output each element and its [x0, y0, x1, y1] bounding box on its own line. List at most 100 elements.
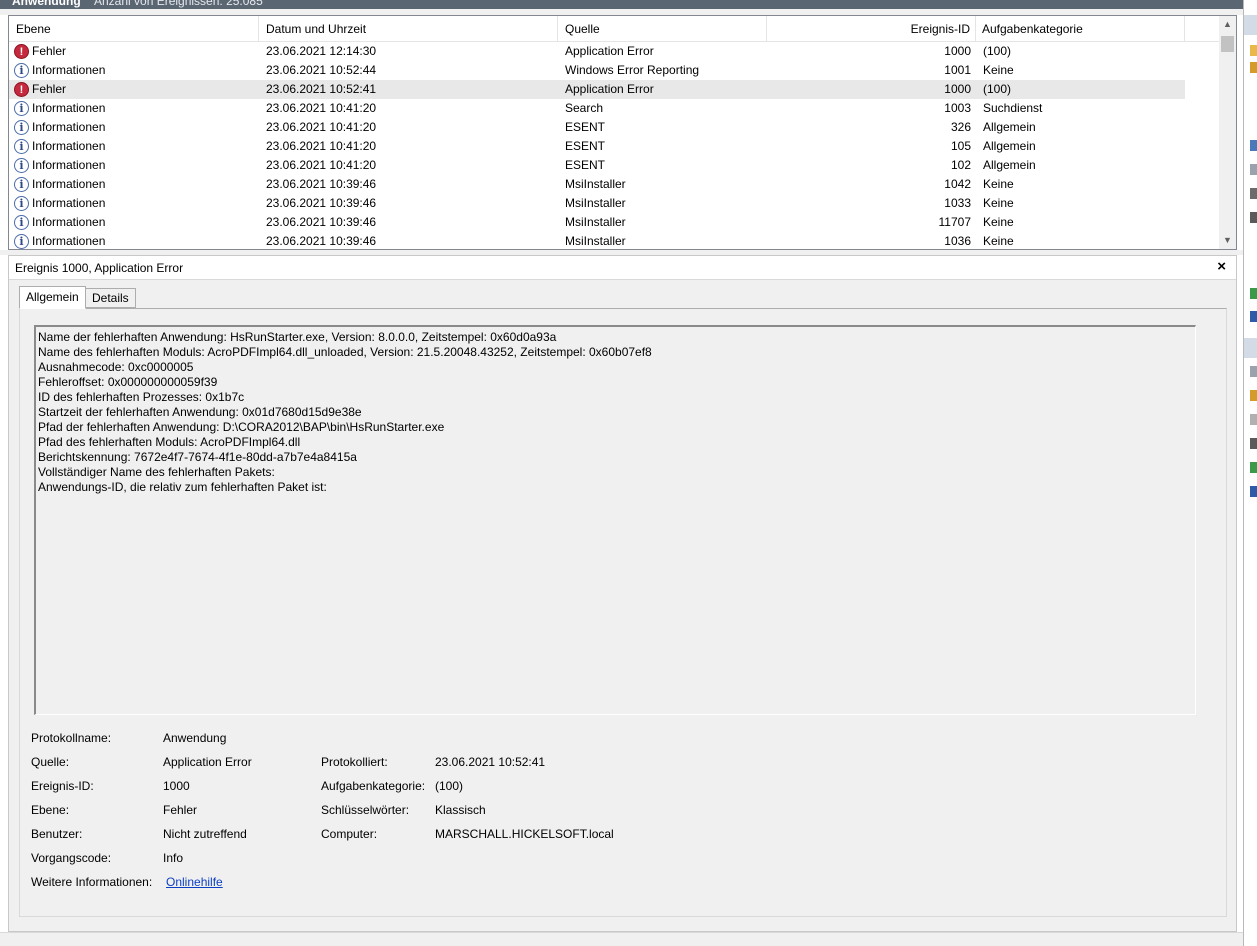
cell-date: 23.06.2021 12:14:30: [266, 44, 377, 58]
description-line: Name des fehlerhaften Moduls: AcroPDFImp…: [38, 345, 652, 359]
cell-event-id: 102: [950, 158, 971, 172]
refresh-icon[interactable]: [1250, 288, 1257, 299]
cell-date: 23.06.2021 10:39:46: [266, 177, 377, 191]
table-row[interactable]: ! Fehler 23.06.2021 12:14:30 Application Er…: [9, 42, 1185, 61]
cell-event-id: 1036: [944, 234, 971, 248]
save-icon[interactable]: [1250, 212, 1257, 223]
cell-date: 23.06.2021 10:39:46: [266, 234, 377, 248]
scroll-thumb[interactable]: [1221, 36, 1234, 52]
column-header-quelle[interactable]: Quelle: [558, 16, 767, 42]
folder-icon[interactable]: [1250, 45, 1257, 56]
filter-icon[interactable]: [1250, 62, 1257, 73]
cell-category: Keine: [983, 177, 1014, 191]
table-row[interactable]: i Informationen 23.06.2021 10:41:20 Search 1…: [9, 99, 1185, 118]
cell-source: Application Error: [565, 44, 654, 58]
cell-level: Informationen: [32, 101, 106, 115]
column-header-datum[interactable]: Datum und Uhrzeit: [259, 16, 558, 42]
info-icon: i: [14, 63, 29, 78]
detail-title-bar: Ereignis 1000, Application Error ×: [9, 256, 1236, 280]
cell-source: Application Error: [565, 82, 654, 96]
cell-category: Allgemein: [983, 120, 1036, 134]
table-row[interactable]: i Informationen 23.06.2021 10:39:46 MsiInst…: [9, 232, 1185, 249]
schluesselwoerter-value: Klassisch: [435, 803, 486, 817]
ebene-label: Ebene:: [31, 803, 70, 817]
info-icon: i: [14, 196, 29, 211]
refresh-events-icon[interactable]: [1250, 462, 1257, 473]
list-scrollbar[interactable]: ▲ ▼: [1219, 16, 1236, 249]
tab-allgemein[interactable]: Allgemein: [19, 286, 86, 309]
table-row[interactable]: i Informationen 23.06.2021 10:39:46 MsiInst…: [9, 194, 1185, 213]
cell-date: 23.06.2021 10:39:46: [266, 196, 377, 210]
cell-category: (100): [983, 44, 1012, 58]
table-row[interactable]: i Informationen 23.06.2021 10:39:46 MsiInst…: [9, 175, 1185, 194]
cell-level: Informationen: [32, 158, 106, 172]
help-icon[interactable]: [1250, 311, 1257, 322]
description-line: ID des fehlerhaften Prozesses: 0x1b7c: [38, 390, 245, 404]
find-icon[interactable]: [1250, 188, 1257, 199]
aufgabenkategorie-label: Aufgabenkategorie:: [321, 779, 426, 793]
save-events-icon[interactable]: [1250, 438, 1257, 449]
tab-details[interactable]: Details: [85, 288, 136, 308]
properties-icon[interactable]: [1250, 164, 1257, 175]
ebene-value: Fehler: [163, 803, 198, 817]
cell-date: 23.06.2021 10:41:20: [266, 101, 377, 115]
cell-source: MsiInstaller: [565, 215, 626, 229]
description-line: Ausnahmecode: 0xc0000005: [38, 360, 194, 374]
schluesselwoerter-label: Schlüsselwörter:: [321, 803, 410, 817]
table-row[interactable]: i Informationen 23.06.2021 10:41:20 ESENT 32…: [9, 118, 1185, 137]
description-line: Pfad des fehlerhaften Moduls: AcroPDFImp…: [38, 435, 301, 449]
table-row[interactable]: i Informationen 23.06.2021 10:41:20 ESENT 10…: [9, 156, 1185, 175]
info-icon: i: [14, 101, 29, 116]
cell-category: (100): [983, 82, 1012, 96]
cell-source: ESENT: [565, 139, 606, 153]
event-list[interactable]: Ebene Datum und Uhrzeit Quelle Ereignis-…: [8, 15, 1237, 250]
cell-category: Suchdienst: [983, 101, 1043, 115]
ereignis-id-label: Ereignis-ID:: [31, 779, 94, 793]
cell-category: Keine: [983, 234, 1014, 248]
description-line: Anwendungs-ID, die relativ zum fehlerhaf…: [38, 480, 327, 494]
column-header-ebene[interactable]: Ebene: [9, 16, 259, 42]
benutzer-value: Nicht zutreffend: [163, 827, 247, 841]
cell-source: Search: [565, 101, 604, 115]
description-line: Startzeit der fehlerhaften Anwendung: 0x…: [38, 405, 362, 419]
cell-date: 23.06.2021 10:41:20: [266, 120, 377, 134]
onlinehilfe-link[interactable]: Onlinehilfe: [166, 875, 223, 889]
event-description[interactable]: Name der fehlerhaften Anwendung: HsRunSt…: [34, 325, 1196, 715]
cell-event-id: 326: [950, 120, 971, 134]
scroll-up-icon[interactable]: ▲: [1222, 19, 1233, 30]
description-line: Fehleroffset: 0x000000000059f39: [38, 375, 218, 389]
copy-icon[interactable]: [1250, 414, 1257, 425]
cell-category: Allgemein: [983, 139, 1036, 153]
actions-section-header[interactable]: [1244, 15, 1257, 35]
aufgabenkategorie-value: (100): [435, 779, 464, 793]
info-icon: i: [14, 139, 29, 154]
vorgangscode-value: Info: [163, 851, 184, 865]
event-help-icon[interactable]: [1250, 486, 1257, 497]
cell-category: Keine: [983, 63, 1014, 77]
scroll-down-icon[interactable]: ▼: [1222, 235, 1233, 246]
cell-source: MsiInstaller: [565, 234, 626, 248]
event-properties-icon[interactable]: [1250, 366, 1257, 377]
info-icon: i: [14, 177, 29, 192]
table-row[interactable]: ! Fehler 23.06.2021 10:52:41 Application Er…: [9, 80, 1185, 99]
cell-event-id: 1000: [944, 82, 971, 96]
table-row[interactable]: i Informationen 23.06.2021 10:39:46 MsiInst…: [9, 213, 1185, 232]
computer-label: Computer:: [321, 827, 378, 841]
event-section-header[interactable]: [1244, 338, 1257, 358]
list-header: Ebene Datum und Uhrzeit Quelle Ereignis-…: [9, 16, 1219, 42]
log-title: Anwendung: [12, 0, 81, 8]
vorgangscode-label: Vorgangscode:: [31, 851, 112, 865]
column-header-ereignis-id[interactable]: Ereignis-ID: [767, 16, 976, 42]
table-row[interactable]: i Informationen 23.06.2021 10:41:20 ESENT 10…: [9, 137, 1185, 156]
table-row[interactable]: i Informationen 23.06.2021 10:52:44 Windows…: [9, 61, 1185, 80]
cell-date: 23.06.2021 10:41:20: [266, 139, 377, 153]
column-header-aufgabenkategorie[interactable]: Aufgabenkategorie: [976, 16, 1185, 42]
attach-task-icon[interactable]: [1250, 390, 1257, 401]
cell-date: 23.06.2021 10:41:20: [266, 158, 377, 172]
funnel-icon[interactable]: [1250, 140, 1257, 151]
protokolliert-label: Protokolliert:: [321, 755, 388, 769]
cell-level: Fehler: [32, 82, 67, 96]
cell-date: 23.06.2021 10:39:46: [266, 215, 377, 229]
close-icon[interactable]: ×: [1217, 258, 1226, 275]
cell-date: 23.06.2021 10:52:44: [266, 63, 377, 77]
